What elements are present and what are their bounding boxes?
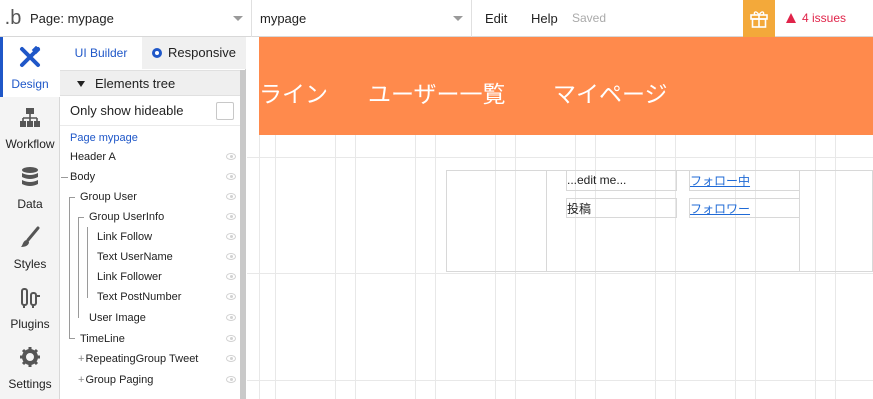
link-follower[interactable]: フォロワー [690,200,750,217]
nav-design-label: Design [11,77,49,91]
eye-icon[interactable] [226,153,236,160]
tree-item-repeatinggroup-tweet[interactable]: +RepeatingGroup Tweet [60,349,240,369]
data-icon [22,167,38,186]
left-nav: Design Workflow Data Styles Plugins Sett… [0,37,60,399]
nav-styles[interactable]: Styles [0,217,60,277]
tab-ui-builder[interactable]: UI Builder [60,37,142,69]
nav-workflow-label: Workflow [5,137,55,151]
design-icon [20,46,41,67]
plugins-icon [21,288,40,308]
issues-count: 4 issues [802,11,847,25]
tree-item-label: Group Paging [85,374,154,386]
eye-icon[interactable] [226,273,236,280]
expand-plus-icon[interactable]: + [78,374,84,386]
tree-item-user-image[interactable]: User Image [60,308,240,328]
bubble-logo[interactable]: .b [0,0,26,37]
issues-indicator[interactable]: 4 issues [786,0,847,51]
settings-icon [20,347,40,367]
nav-plugins-label: Plugins [10,317,50,331]
tree-item-group-userinfo[interactable]: Group UserInfo [60,207,240,227]
tree-item-link-follower[interactable]: Link Follower [60,267,240,287]
nav-data-label: Data [17,197,43,211]
top-bar: .b Page: mypage mypage Edit Help Saved 4… [0,0,873,51]
warning-icon [786,13,796,51]
design-canvas[interactable]: ライン ユーザー一覧 マイページ ...edit me... 投稿 フォロー中 … [247,37,873,399]
eye-icon[interactable] [226,233,236,240]
elements-panel: UI Builder Responsive Elements tree Only… [60,37,246,399]
tree-item-group-paging[interactable]: +Group Paging [60,370,240,390]
styles-icon [21,226,40,247]
only-hideable-label: Only show hideable [60,96,240,126]
tab-responsive[interactable]: Responsive [142,37,246,69]
grid-line [247,157,873,158]
elements-tree-header[interactable]: Elements tree [60,70,246,96]
eye-icon[interactable] [226,293,236,300]
help-menu[interactable]: Help [531,0,558,37]
header-a[interactable]: ライン ユーザー一覧 マイページ [259,37,873,135]
eye-icon[interactable] [226,253,236,260]
tree-item-label: RepeatingGroup Tweet [85,353,199,365]
tree-item-group-user[interactable]: Group User [60,187,240,207]
gift-button[interactable] [743,0,775,37]
eye-icon[interactable] [226,335,236,342]
header-nav-timeline[interactable]: ライン [259,75,328,109]
link-follow[interactable]: フォロー中 [690,172,750,189]
nav-styles-label: Styles [13,257,47,271]
responsive-icon [152,48,163,58]
eye-icon[interactable] [226,193,236,200]
header-nav-mypage[interactable]: マイページ [553,75,668,109]
workflow-icon [20,108,40,127]
tab-responsive-label: Responsive [168,45,236,60]
chevron-down-icon [233,16,243,21]
tree-item-header-a[interactable]: Header A [60,147,240,167]
tree-item-label: Group User [80,191,137,203]
tree-item-label: TimeLine [80,333,125,345]
page-dropdown-label: Page: mypage [30,11,114,26]
page-dropdown[interactable]: Page: mypage [26,0,252,37]
nav-settings[interactable]: Settings [0,337,60,397]
tree-item-text-username[interactable]: Text UserName [60,247,240,267]
tree-item-label: Text PostNumber [97,291,182,303]
tree-item-label: Link Follower [97,271,162,283]
tree-item-label: User Image [89,312,146,324]
header-nav-user-list[interactable]: ユーザー一覧 [368,75,506,109]
eye-icon[interactable] [226,173,236,180]
element-dropdown[interactable]: mypage [253,0,472,37]
text-username[interactable]: ...edit me... [567,173,626,187]
nav-settings-label: Settings [8,377,52,391]
eye-icon[interactable] [226,376,236,383]
chevron-down-icon [453,16,463,21]
gift-icon [750,11,768,28]
element-dropdown-label: mypage [260,11,307,26]
nav-design[interactable]: Design [0,37,60,97]
nav-plugins[interactable]: Plugins [0,277,60,337]
expand-plus-icon[interactable]: + [78,353,84,365]
saved-status: Saved [572,11,607,25]
tree-item-body[interactable]: Body [60,167,240,187]
eye-icon[interactable] [226,355,236,362]
collapse-triangle-icon [77,81,85,87]
nav-data[interactable]: Data [0,157,60,217]
eye-icon[interactable] [226,314,236,321]
grid-line [247,273,873,274]
nav-workflow[interactable]: Workflow [0,97,60,157]
panel-scrollbar[interactable] [240,70,246,399]
tree-item-label: Link Follow [97,231,153,243]
eye-icon[interactable] [226,213,236,220]
grid-line [247,380,873,381]
tree-item-timeline[interactable]: TimeLine [60,329,240,349]
text-postnumber[interactable]: 投稿 [567,200,591,217]
tree-item-page[interactable]: Page mypage [60,128,240,148]
only-hideable-checkbox[interactable] [216,102,234,120]
tree-item-link-follow[interactable]: Link Follow [60,227,240,247]
tree-item-label: Group UserInfo [89,211,165,223]
tree-item-text-postnumber[interactable]: Text PostNumber [60,287,240,307]
tree-item-label: Header A [70,151,116,163]
edit-menu[interactable]: Edit [485,0,507,37]
tree-item-label: Body [70,171,96,183]
tree-item-label: Text UserName [97,251,173,263]
elements-tree-title: Elements tree [95,76,176,91]
